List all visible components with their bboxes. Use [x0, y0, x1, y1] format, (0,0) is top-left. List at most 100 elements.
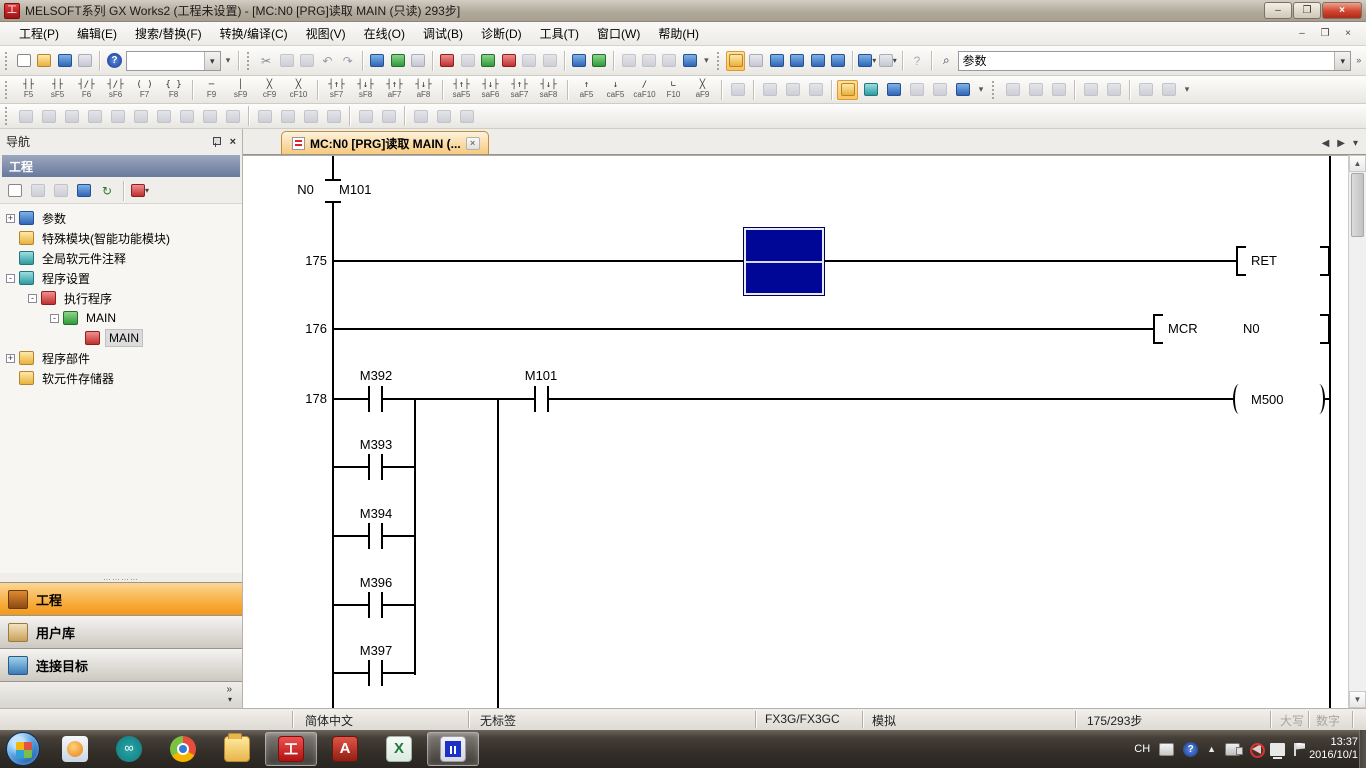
remote-operation-icon[interactable]: [459, 51, 477, 71]
device-find-icon[interactable]: ▾: [878, 51, 896, 71]
help-icon[interactable]: ?: [105, 51, 123, 71]
action-center-icon[interactable]: [1294, 743, 1296, 756]
build-icon[interactable]: [660, 51, 678, 71]
sim-stop-icon[interactable]: [433, 106, 454, 126]
scroll-up-icon[interactable]: ▲: [1349, 155, 1366, 172]
copy-icon[interactable]: [277, 51, 295, 71]
menu-tools[interactable]: 工具(T): [531, 22, 588, 45]
device-trace-icon[interactable]: [378, 106, 399, 126]
menu-online[interactable]: 在线(O): [355, 22, 414, 45]
redo-icon[interactable]: ↷: [339, 51, 357, 71]
step-in-icon[interactable]: [61, 106, 82, 126]
output-window-icon[interactable]: [767, 51, 785, 71]
minimize-button[interactable]: –: [1264, 2, 1292, 19]
navigation-window-toggle-icon[interactable]: [726, 51, 745, 71]
skip-range-icon[interactable]: [153, 106, 174, 126]
inline-st-icon[interactable]: [759, 80, 780, 100]
menu-edit[interactable]: 编辑(E): [68, 22, 126, 45]
nav-refresh-icon[interactable]: ↻: [97, 181, 117, 201]
jump-icon[interactable]: [1048, 80, 1069, 100]
parameter-combo[interactable]: 参数 ▾: [958, 51, 1352, 71]
watch-start-icon[interactable]: [222, 106, 243, 126]
tab-close-icon[interactable]: ×: [466, 137, 480, 150]
comment-display-icon[interactable]: [837, 80, 858, 100]
tree-item-program-setting[interactable]: - 程序设置: [0, 268, 242, 288]
tab-list-icon[interactable]: ▾: [1353, 138, 1358, 149]
watch-window-icon[interactable]: ▾: [858, 51, 876, 71]
find-ladder-icon[interactable]: [883, 80, 904, 100]
monitor-read-icon[interactable]: [479, 51, 497, 71]
tree-item-program-parts[interactable]: + 程序部件: [0, 348, 242, 368]
panel-splitter[interactable]: …………: [0, 573, 242, 582]
macro2-icon[interactable]: [1158, 80, 1179, 100]
open-contact[interactable]: [368, 454, 383, 480]
falling-pulse-button[interactable]: ┤↓├sF8: [352, 78, 379, 101]
toolbar-overflow-icon[interactable]: »: [1353, 56, 1364, 65]
keyboard-icon[interactable]: [1159, 743, 1174, 756]
toolbar-grip[interactable]: [717, 52, 722, 70]
scrollbar-thumb[interactable]: [1351, 173, 1364, 237]
taskbar-excel-button[interactable]: X: [373, 732, 425, 766]
st-editor-icon[interactable]: [727, 80, 748, 100]
nav-paste-icon[interactable]: [51, 181, 71, 201]
vertical-scrollbar[interactable]: ▲ ▼: [1348, 155, 1366, 708]
device-comment-icon[interactable]: [788, 51, 806, 71]
taskbar-chrome-button[interactable]: [157, 732, 209, 766]
toolbar-overflow-icon[interactable]: ▾: [701, 56, 712, 65]
scroll-down-icon[interactable]: ▼: [1349, 691, 1366, 708]
application-instruction-button[interactable]: { }F8: [160, 78, 187, 101]
start-button[interactable]: [6, 732, 40, 766]
menu-debug[interactable]: 调试(B): [414, 22, 472, 45]
tree-item-exec-program[interactable]: - 执行程序: [0, 288, 242, 308]
step-over-icon[interactable]: [84, 106, 105, 126]
horizontal-line-button[interactable]: ─F9: [198, 78, 225, 101]
device-memory-icon[interactable]: [808, 51, 826, 71]
open-contact[interactable]: [368, 592, 383, 618]
sampling-trace-icon[interactable]: [619, 51, 637, 71]
language-indicator[interactable]: CH: [1134, 743, 1150, 755]
collapse-icon[interactable]: -: [28, 294, 37, 303]
open-contact[interactable]: [368, 660, 383, 686]
parallel-rising-pulse-button[interactable]: ┤↑├aF7: [381, 78, 408, 101]
toolbar-grip[interactable]: [992, 81, 997, 99]
rising-pulse-button[interactable]: ┤↑├sF7: [323, 78, 350, 101]
monitor-write-icon[interactable]: [499, 51, 517, 71]
pulse-negation4-button[interactable]: ┤↓├saF8: [535, 78, 562, 101]
delete-line-button[interactable]: ╳aF9: [689, 78, 716, 101]
trace-set-icon[interactable]: [300, 106, 321, 126]
cut-icon[interactable]: ✂: [257, 51, 275, 71]
nav-new-icon[interactable]: [5, 181, 25, 201]
expand-icon[interactable]: +: [6, 214, 15, 223]
maximize-button[interactable]: ❐: [1293, 2, 1321, 19]
invert-operation-button[interactable]: /caF10: [631, 78, 658, 101]
tab-main-program[interactable]: MC:N0 [PRG]读取 MAIN (... ×: [281, 131, 489, 154]
tray-help-icon[interactable]: ?: [1183, 742, 1198, 757]
taskbar-gxworks-button[interactable]: 工: [265, 732, 317, 766]
nav-more-button[interactable]: » ▾: [0, 681, 242, 708]
taskbar-arduino-button[interactable]: ∞: [103, 732, 155, 766]
nav-copy-icon[interactable]: [28, 181, 48, 201]
taskbar-simulator-button[interactable]: [427, 732, 479, 766]
hidden-icons-icon[interactable]: ▲: [1207, 744, 1216, 754]
toolbar-overflow-icon[interactable]: ▾: [1181, 85, 1193, 94]
pulse-negation3-button[interactable]: ┤↑├saF7: [506, 78, 533, 101]
combo-dropdown-icon[interactable]: ▾: [204, 52, 220, 70]
program-down-icon[interactable]: [1025, 80, 1046, 100]
vertical-line-button[interactable]: │sF9: [227, 78, 254, 101]
closed-contact-button[interactable]: ┤/├F6: [73, 78, 100, 101]
taskbar-autocad-button[interactable]: A: [319, 732, 371, 766]
invert-result-button[interactable]: ↑aF5: [573, 78, 600, 101]
volume-muted-icon[interactable]: [1252, 744, 1261, 754]
tree-item-main-program[interactable]: MAIN: [0, 328, 242, 348]
tree-item-global-comment[interactable]: 全局软元件注释: [0, 248, 242, 268]
skip-clear-icon[interactable]: [176, 106, 197, 126]
toolbar-grip[interactable]: [5, 81, 10, 99]
open-project-icon[interactable]: [35, 51, 53, 71]
pulse-negation-button[interactable]: ┤↑├saF5: [448, 78, 475, 101]
expand-icon[interactable]: +: [6, 354, 15, 363]
monitor-resume-icon[interactable]: [540, 51, 558, 71]
menu-project[interactable]: 工程(P): [10, 22, 68, 45]
tree-item-device-memory[interactable]: 软元件存储器: [0, 368, 242, 388]
tab-scroll-right-icon[interactable]: ▶: [1337, 138, 1345, 149]
toolbar-overflow-icon[interactable]: ▾: [223, 56, 234, 65]
